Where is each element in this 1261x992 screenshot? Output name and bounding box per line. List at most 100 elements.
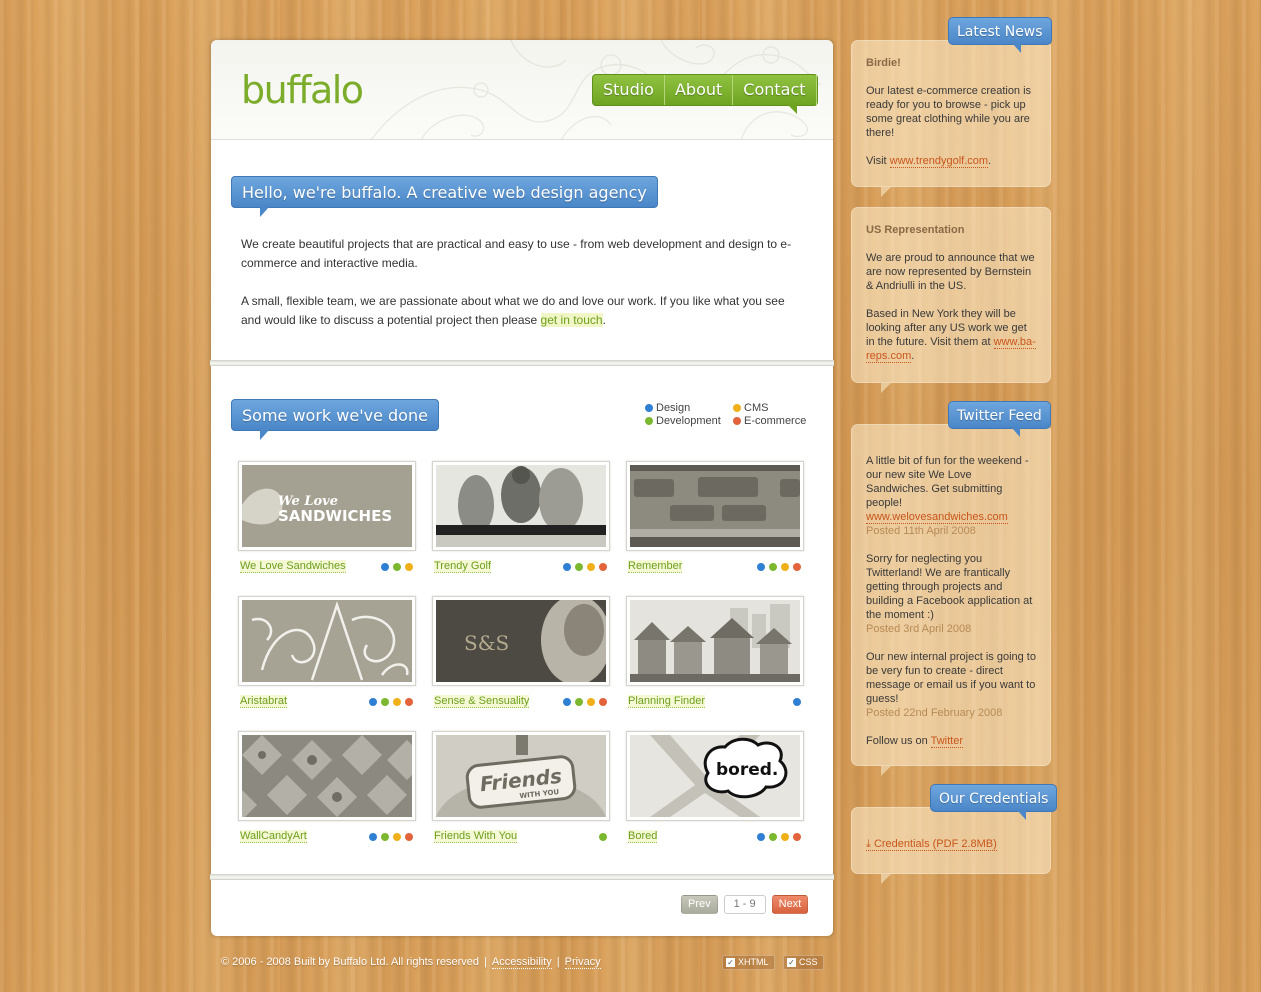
credentials-heading: Our Credentials [930,784,1058,820]
css-validator-badge[interactable]: ✓ CSS [783,955,824,970]
portfolio-link[interactable]: Trendy Golf [434,560,492,573]
prev-button[interactable]: Prev [681,895,718,914]
panel-tail [881,874,891,884]
portfolio-thumbnail[interactable] [238,596,416,686]
xhtml-validator-badge[interactable]: ✓ XHTML [722,955,775,970]
portfolio-item[interactable]: S&S Sense & Sensuality [432,596,610,708]
planning-thumbnail-image [630,600,800,682]
tweet-date: Posted 22nd February 2008 [866,707,1003,719]
category-dot [393,832,401,841]
category-dot [381,832,389,841]
portfolio-thumbnail[interactable] [238,731,416,821]
next-button[interactable]: Next [771,895,809,914]
tweet-date: Posted 11th April 2008 [866,525,976,537]
portfolio-item[interactable]: bored. Bored [626,731,804,843]
trendygolf-link[interactable]: www.trendygolf.com [889,155,989,168]
category-dot [575,562,583,571]
work-heading-tail [260,430,269,440]
portfolio-link[interactable]: Planning Finder [628,695,706,708]
portfolio-thumbnail[interactable] [432,461,610,551]
portfolio-item[interactable]: Planning Finder [626,596,804,708]
site-header: buffalo Studio About Contact [211,40,833,140]
portfolio-caption: WallCandyArt [238,830,416,843]
portfolio-item[interactable]: WallCandyArt [238,731,416,843]
xhtml-label: XHTML [738,957,769,967]
check-icon: ✓ [787,958,796,968]
portfolio-link[interactable]: We Love Sandwiches [240,560,346,573]
portfolio-link[interactable]: Friends With You [434,830,518,843]
credentials-download-link[interactable]: ⤓ Credentials (PDF 2.8MB) [866,838,997,851]
category-dot [369,697,377,706]
news-body: Our latest e-commerce creation is ready … [866,85,1032,139]
buffalo-logo[interactable]: buffalo [241,68,364,112]
category-dot [405,562,413,571]
portfolio-link[interactable]: Remember [628,560,683,573]
legend-cms: CMS [733,402,815,414]
category-dot [381,562,389,571]
portfolio-item[interactable]: Trendy Golf [432,461,610,573]
category-dot [793,697,801,706]
nav-studio[interactable]: Studio [593,75,665,105]
legend-dot [733,404,741,412]
portfolio-thumbnail[interactable]: bored. [626,731,804,821]
legend-ecommerce: E-commerce [733,415,815,427]
panel-tail [881,383,891,393]
privacy-link[interactable]: Privacy [564,956,601,969]
tweet-date: Posted 3rd April 2008 [866,623,972,635]
category-dot [563,697,571,706]
legend-label: CMS [744,402,769,414]
portfolio-caption: Remember [626,560,804,573]
category-dot [575,697,583,706]
portfolio-thumbnail[interactable]: S&S [432,596,610,686]
tweet: Sorry for neglecting you Twitterland! We… [866,552,1036,636]
news-visit-end: . [988,155,992,167]
heading-tail [1018,811,1027,820]
download-icon: ⤓ [866,838,871,850]
work-heading: Some work we've done [231,399,439,440]
accessibility-link[interactable]: Accessibility [491,956,552,969]
main-nav: Studio About Contact [592,74,818,114]
legend-development: Development [645,415,733,427]
news-body-2-end: . [911,350,915,362]
friends-thumbnail-image: Friends WITH YOU [436,735,606,817]
welovesandwiches-link[interactable]: www.welovesandwiches.com [866,511,1008,524]
portfolio-item[interactable]: Remember [626,461,804,573]
category-dot [587,697,595,706]
nav-about[interactable]: About [665,75,734,105]
portfolio-item[interactable]: We Love SANDWICHES We Love Sandwiches [238,461,416,573]
category-dot [393,697,401,706]
category-dot [393,562,401,571]
portfolio-link[interactable]: WallCandyArt [240,830,307,843]
portfolio-thumbnail[interactable]: Friends WITH YOU [432,731,610,821]
portfolio-link[interactable]: Aristabrat [240,695,288,708]
twitter-link[interactable]: Twitter [930,735,964,748]
portfolio-item[interactable]: Friends WITH YOU Friends With You [432,731,610,843]
nav-contact[interactable]: Contact [733,75,817,105]
portfolio-link[interactable]: Sense & Sensuality [434,695,530,708]
portfolio-thumbnail[interactable] [626,461,804,551]
category-dot [381,697,389,706]
wallcandy-thumbnail-image [242,735,412,817]
get-in-touch-link[interactable]: get in touch [540,313,603,327]
portfolio-thumbnail[interactable]: We Love SANDWICHES [238,461,416,551]
heading-tail [1012,44,1021,53]
copyright-text: © 2006 - 2008 Built by Buffalo Ltd. All … [221,956,479,968]
portfolio-thumbnail[interactable] [626,596,804,686]
intro-heading: Hello, we're buffalo. A creative web des… [231,176,658,217]
news-panel-2: US Representation We are proud to announ… [851,207,1051,393]
category-legend: Design CMS Development E-commerce [645,402,815,427]
category-dots [793,697,801,706]
section-divider [210,874,834,880]
sense-thumbnail-image: S&S [436,600,606,682]
category-dot [793,562,801,571]
portfolio-item[interactable]: Aristabrat [238,596,416,708]
news-panel-1: Birdie! Our latest e-commerce creation i… [851,40,1051,197]
credentials-link-text: Credentials (PDF 2.8MB) [873,838,997,850]
tweet: Our new internal project is going to be … [866,650,1036,720]
tweet-text: Our new internal project is going to be … [866,651,1036,705]
tweet-text: A little bit of fun for the weekend - ou… [866,455,1029,509]
intro-paragraph-2-end: . [602,313,606,327]
portfolio-link[interactable]: Bored [628,830,658,843]
category-dot [781,562,789,571]
css-label: CSS [799,957,818,967]
